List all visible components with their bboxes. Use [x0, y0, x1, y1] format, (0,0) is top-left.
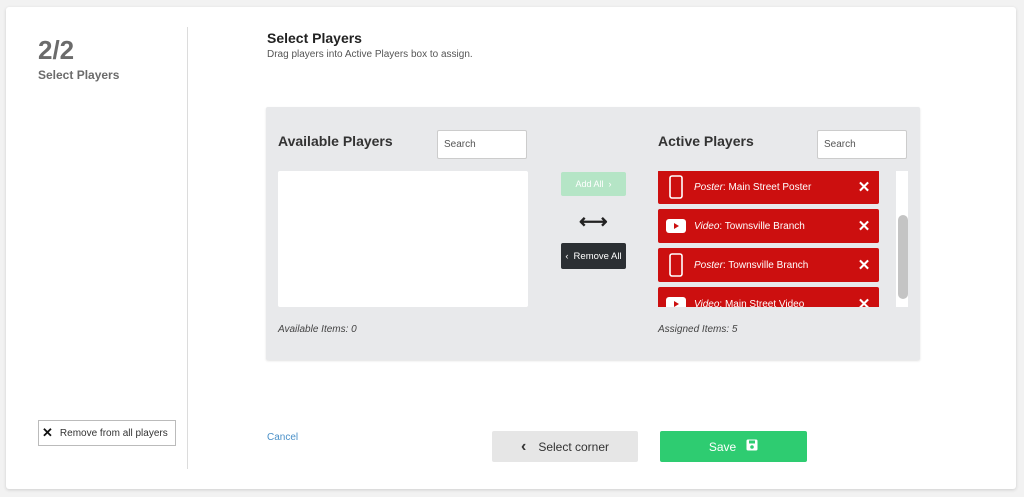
page-title: Select Players [267, 30, 362, 46]
active-player-item[interactable]: Video: Main Street Video ✕ [658, 287, 879, 307]
swap-arrows-icon: ⟷ [579, 211, 608, 233]
remove-all-button[interactable]: ‹ Remove All [561, 243, 626, 269]
active-player-item[interactable]: Poster: Main Street Poster ✕ [658, 171, 879, 204]
remove-item-icon[interactable]: ✕ [849, 178, 879, 196]
scrollbar-thumb[interactable] [898, 215, 908, 299]
floppy-disk-icon [736, 439, 758, 454]
item-type: Video [694, 298, 720, 308]
item-name: Townsville Branch [724, 220, 805, 232]
remove-item-icon[interactable]: ✕ [849, 256, 879, 274]
active-search-input[interactable] [817, 130, 907, 159]
select-corner-button[interactable]: ‹ Select corner [492, 431, 638, 462]
close-icon: ✕ [42, 425, 53, 440]
item-name: Townsville Branch [728, 259, 809, 271]
poster-icon [658, 253, 694, 277]
active-players-list[interactable]: Poster: Main Street Poster ✕ Video: Town… [658, 171, 909, 307]
item-name: Main Street Poster [728, 181, 812, 193]
wizard-card: 2/2 Select Players ✕ Remove from all pla… [6, 7, 1016, 489]
item-type: Video [694, 220, 720, 232]
cancel-link[interactable]: Cancel [267, 432, 298, 443]
available-players-title: Available Players [278, 133, 393, 149]
remove-from-all-players-button[interactable]: ✕ Remove from all players [38, 420, 176, 446]
video-icon [658, 297, 694, 307]
assignment-panel: Available Players Available Items: 0 Add… [266, 107, 920, 360]
remove-from-all-players-label: Remove from all players [59, 427, 168, 439]
remove-all-label: Remove All [573, 250, 622, 262]
add-all-button[interactable]: Add All › [561, 172, 626, 196]
step-title: Select Players [38, 68, 120, 82]
active-player-item[interactable]: Poster: Townsville Branch ✕ [658, 248, 879, 282]
assigned-count: Assigned Items: 5 [658, 324, 738, 335]
available-search-input[interactable] [437, 130, 527, 159]
page-subtitle: Drag players into Active Players box to … [267, 49, 473, 60]
add-all-label: Add All [575, 179, 604, 189]
save-button[interactable]: Save [660, 431, 807, 462]
chevron-left-icon: ‹ [565, 250, 569, 262]
save-label: Save [708, 439, 737, 454]
video-icon [658, 219, 694, 233]
remove-item-icon[interactable]: ✕ [849, 217, 879, 235]
available-players-list[interactable] [278, 171, 528, 307]
available-count: Available Items: 0 [278, 324, 357, 335]
chevron-right-icon: › [608, 179, 612, 189]
active-players-title: Active Players [658, 133, 754, 149]
vertical-divider [187, 27, 188, 469]
item-name: Main Street Video [724, 298, 805, 308]
item-type: Poster [694, 181, 723, 193]
item-type: Poster [694, 259, 723, 271]
active-player-item[interactable]: Video: Townsville Branch ✕ [658, 209, 879, 243]
poster-icon [658, 175, 694, 199]
step-number: 2/2 [38, 35, 75, 65]
remove-item-icon[interactable]: ✕ [849, 295, 879, 307]
select-corner-label: Select corner [538, 439, 610, 454]
chevron-left-icon: ‹ [520, 437, 527, 455]
